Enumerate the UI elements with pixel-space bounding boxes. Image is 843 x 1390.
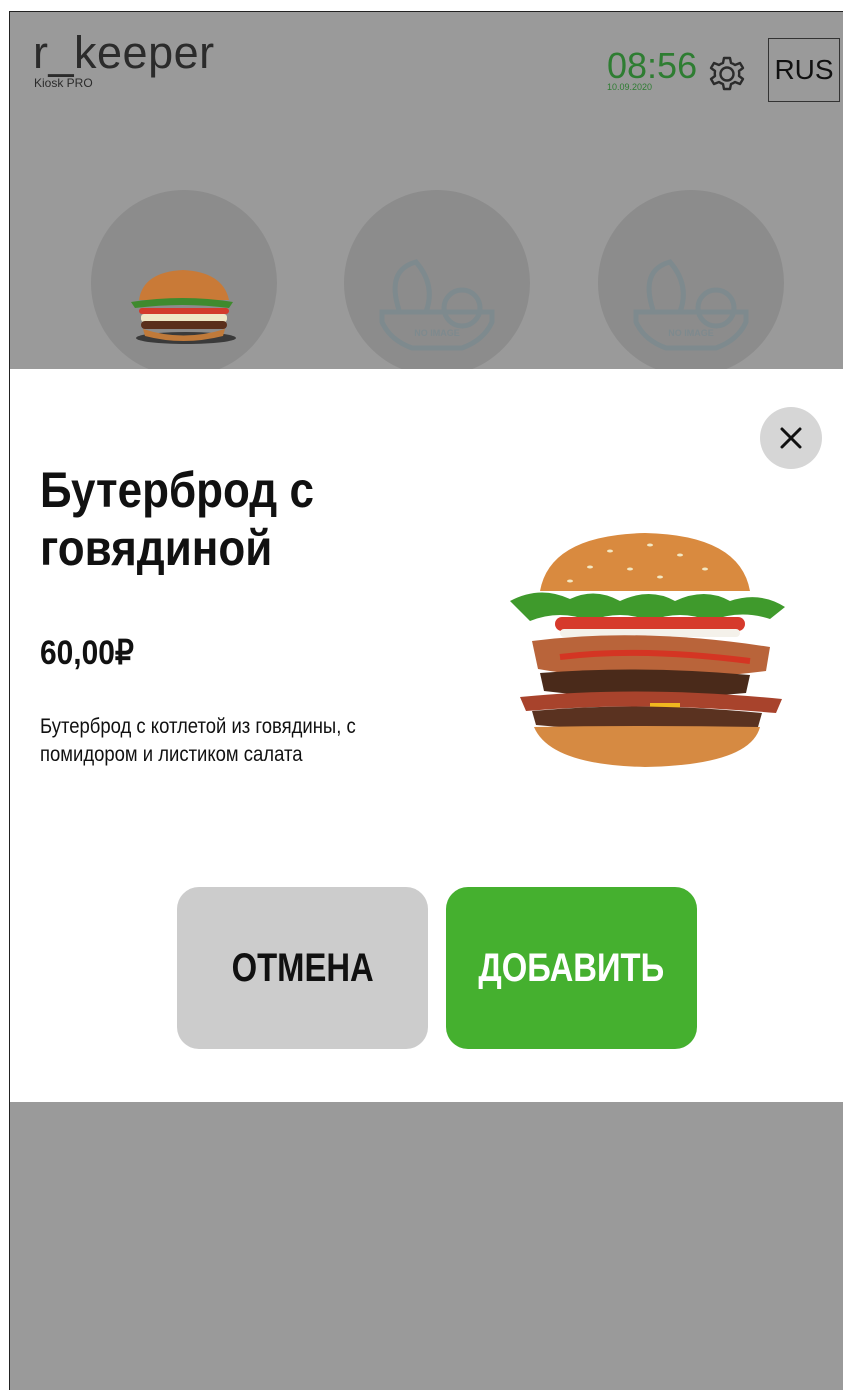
cancel-button-label: ОТМЕНА <box>231 945 374 990</box>
product-name: Бутерброд с говядиной <box>40 462 314 576</box>
category-burger[interactable] <box>91 190 277 376</box>
brand-logo: r_keeper Kiosk PRO <box>33 30 215 90</box>
close-button[interactable] <box>760 407 822 469</box>
category-no-image-1[interactable]: NO IMAGE <box>344 190 530 376</box>
close-icon <box>780 427 802 449</box>
clock-time: 08:56 <box>607 45 698 86</box>
no-image-icon: NO IMAGE <box>633 259 749 351</box>
svg-text:NO IMAGE: NO IMAGE <box>414 328 460 338</box>
clock: 08:56 10.09.2020 <box>607 45 698 93</box>
kiosk-screen: r_keeper Kiosk PRO 08:56 10.09.2020 RUS <box>9 11 843 1390</box>
brand-name: r_keeper <box>33 27 215 78</box>
add-button[interactable]: ДОБАВИТЬ <box>446 887 697 1049</box>
svg-text:NO IMAGE: NO IMAGE <box>668 328 714 338</box>
product-image <box>510 533 785 767</box>
no-image-icon: NO IMAGE <box>379 259 495 351</box>
burger-image <box>131 270 236 344</box>
product-description: Бутерброд с котлетой из говядины, с поми… <box>40 715 356 766</box>
add-button-label: ДОБАВИТЬ <box>478 945 665 990</box>
gear-icon[interactable] <box>704 51 750 97</box>
brand-subtitle: Kiosk PRO <box>34 76 93 90</box>
product-modal: Бутерброд с говядиной 60,00₽ Бутерброд с… <box>10 369 843 1102</box>
category-no-image-2[interactable]: NO IMAGE <box>598 190 784 376</box>
language-button[interactable]: RUS <box>768 38 840 102</box>
cancel-button[interactable]: ОТМЕНА <box>177 887 428 1049</box>
product-price: 60,00₽ <box>40 634 134 672</box>
